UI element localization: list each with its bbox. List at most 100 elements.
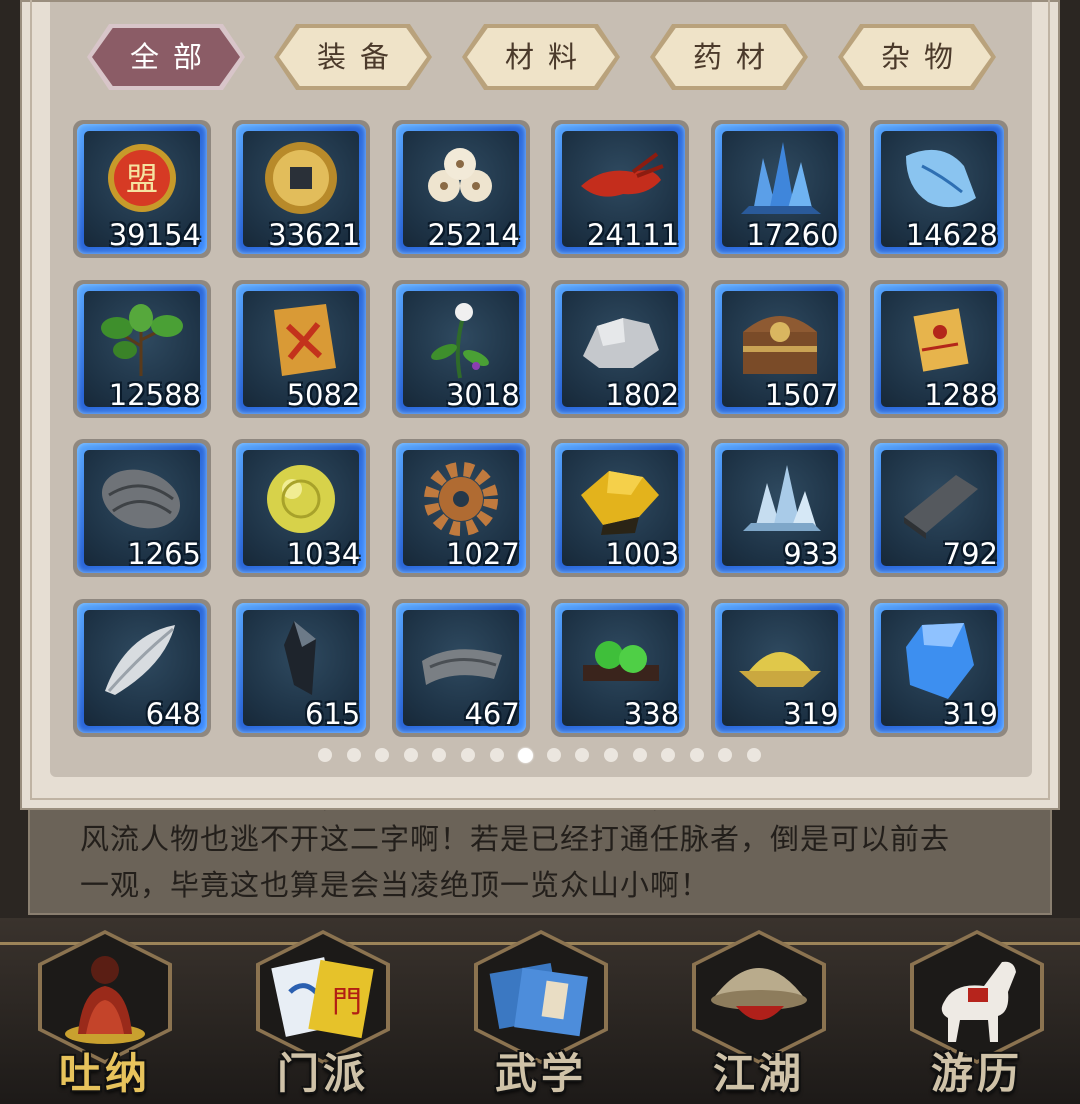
inventory-item[interactable]: 319 — [710, 598, 849, 737]
nav-meditation[interactable]: 吐纳 — [30, 920, 180, 1102]
tab-equipment[interactable]: 装备 — [274, 24, 432, 90]
tab-herbs[interactable]: 药材 — [650, 24, 808, 90]
page-dot[interactable] — [689, 748, 704, 762]
silver-ore-icon — [583, 317, 660, 368]
inventory-item[interactable]: 1265 — [73, 439, 211, 577]
page-dot[interactable] — [346, 748, 361, 762]
gold-powder-icon — [738, 651, 821, 687]
item-count: 1802 — [605, 377, 680, 412]
inventory-item[interactable]: 24111 — [551, 120, 690, 258]
meditation-icon — [65, 956, 145, 1044]
inventory-item[interactable]: 5082 — [232, 279, 371, 418]
tab-materials[interactable]: 材料 — [462, 24, 620, 90]
inventory-item[interactable]: 12588 — [73, 279, 211, 418]
inventory-item[interactable]: 1288 — [870, 279, 1008, 418]
item-count: 33621 — [268, 218, 361, 252]
inventory-item[interactable]: 467 — [391, 598, 530, 737]
item-count: 39154 — [108, 218, 201, 252]
inventory-item[interactable]: 14628 — [870, 120, 1008, 258]
nav-label: 武学 — [494, 1049, 587, 1098]
page-dot[interactable] — [403, 748, 418, 762]
svg-text:門: 門 — [332, 985, 362, 1020]
green-herb-icon — [101, 303, 183, 376]
item-count: 1265 — [127, 537, 201, 571]
gold-coin-icon — [265, 142, 338, 214]
inventory-item[interactable]: 3018 — [391, 279, 530, 418]
alliance-token-icon: 盟 — [108, 144, 176, 212]
inventory-item[interactable]: 1802 — [551, 279, 690, 418]
inventory-item[interactable]: 17260 — [710, 120, 849, 258]
nav-travel[interactable]: 游历 — [902, 920, 1052, 1102]
page-dot[interactable] — [318, 748, 332, 762]
red-lobster-icon — [581, 152, 664, 197]
inventory-item[interactable]: 792 — [870, 439, 1008, 577]
item-count: 14628 — [905, 218, 998, 252]
svg-text:盟: 盟 — [126, 160, 158, 198]
inventory-item[interactable]: 1507 — [710, 279, 849, 418]
page-dot[interactable] — [747, 748, 761, 762]
item-count: 933 — [783, 537, 839, 571]
gold-ore-icon — [581, 471, 660, 535]
tab-label: 材料 — [504, 40, 591, 74]
page-dot[interactable] — [718, 748, 733, 762]
tab-label: 装备 — [316, 40, 403, 74]
page-dot[interactable] — [375, 748, 390, 762]
nav-label: 门派 — [276, 1049, 369, 1098]
item-count: 1027 — [445, 537, 520, 571]
page-dot[interactable] — [461, 748, 475, 762]
inventory-panel: 全部 装备 材料 药材 杂物 盟 39154 33621 25214 24111 1726… — [20, 0, 1060, 810]
blue-ore-shard-icon — [906, 149, 976, 208]
item-count: 25214 — [427, 218, 520, 252]
inventory-item[interactable]: 615 — [232, 598, 371, 737]
item-count: 1288 — [924, 377, 998, 412]
page-indicator — [0, 748, 1080, 768]
inventory-item[interactable]: 319 — [870, 598, 1008, 737]
page-dot[interactable] — [575, 748, 590, 762]
inventory-item[interactable]: 648 — [73, 598, 211, 737]
inventory-item[interactable]: 338 — [551, 598, 690, 737]
page-dot[interactable] — [632, 748, 647, 762]
white-horse-icon — [941, 961, 1016, 1042]
bottom-nav-bar: 吐纳 門 门派 武学 江湖 游历 — [0, 918, 1080, 1104]
inventory-item[interactable]: 33621 — [232, 120, 371, 258]
page-dot[interactable] — [604, 748, 618, 762]
inventory-item[interactable]: 1027 — [391, 439, 530, 577]
item-count: 648 — [145, 696, 201, 731]
black-crystal-icon — [284, 620, 317, 695]
item-count: 1003 — [605, 537, 680, 571]
golden-talisman-icon — [274, 303, 337, 376]
bamboo-hat-icon — [711, 968, 807, 1020]
tab-all[interactable]: 全部 — [87, 24, 245, 90]
story-line-3: 一观，毕竟这也算是会当凌绝顶一览众山小啊！ — [80, 868, 711, 902]
inventory-item[interactable]: 1034 — [232, 439, 371, 577]
item-count: 12588 — [108, 377, 201, 412]
fish-scale-icon — [421, 648, 502, 685]
nav-sect[interactable]: 門 门派 — [248, 920, 398, 1102]
page-dot[interactable] — [432, 748, 447, 762]
inventory-item[interactable]: 25214 — [391, 120, 530, 258]
item-count: 792 — [942, 537, 998, 571]
nav-jianghu[interactable]: 江湖 — [684, 920, 834, 1102]
inventory-item[interactable]: 1003 — [551, 439, 690, 577]
item-count: 5082 — [286, 377, 361, 412]
item-count: 615 — [305, 696, 361, 731]
green-pearls-icon — [583, 640, 660, 681]
inventory-item[interactable]: 盟 39154 — [73, 120, 211, 258]
nav-martial-arts[interactable]: 武学 — [466, 920, 616, 1102]
page-dot[interactable] — [546, 748, 561, 762]
tab-label: 杂物 — [880, 40, 967, 74]
inventory-item[interactable]: 933 — [710, 439, 849, 577]
treasure-chest-icon — [742, 315, 817, 374]
tab-misc[interactable]: 杂物 — [838, 24, 996, 90]
iron-ingot-icon — [904, 475, 978, 539]
page-dot-active[interactable] — [518, 748, 534, 763]
paper-scroll-icon — [913, 307, 969, 372]
item-count: 3018 — [445, 377, 520, 412]
page-dot[interactable] — [661, 748, 676, 762]
nav-label: 吐纳 — [58, 1049, 151, 1098]
page-dot[interactable] — [489, 748, 504, 762]
nav-label: 游历 — [930, 1049, 1023, 1098]
blue-gem-icon — [906, 622, 974, 699]
tab-label: 全部 — [129, 40, 216, 74]
item-count: 1507 — [764, 377, 839, 412]
